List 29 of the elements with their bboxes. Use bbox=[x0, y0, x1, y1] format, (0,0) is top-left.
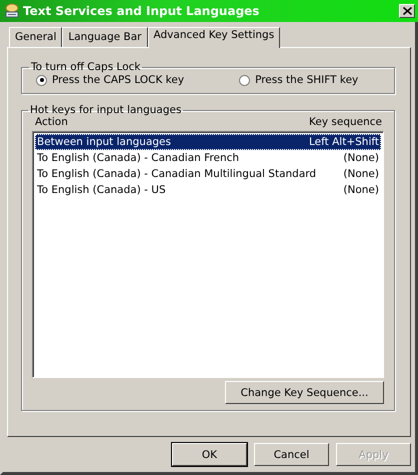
column-header: Key sequence bbox=[309, 116, 382, 128]
tab[interactable]: General bbox=[9, 27, 62, 47]
list-row[interactable]: To English (Canada) - Canadian Multilingual Standard (None) bbox=[35, 166, 381, 182]
action-text: Between input languages bbox=[37, 135, 171, 150]
close-icon bbox=[402, 7, 412, 15]
list-row[interactable]: To English (Canada) - Canadian French (None) bbox=[35, 150, 381, 166]
tab[interactable]: Advanced Key Settings bbox=[148, 27, 280, 48]
radio-label: Press the SHIFT key bbox=[255, 74, 358, 86]
window-title: Text Services and Input Languages bbox=[23, 4, 260, 18]
key-sequence-text: (None) bbox=[343, 151, 379, 166]
close-button[interactable] bbox=[399, 4, 415, 18]
key-sequence-text: (None) bbox=[343, 183, 379, 198]
action-text: To English (Canada) - US bbox=[37, 183, 166, 198]
group-title: To turn off Caps Lock bbox=[30, 61, 142, 73]
action-text: To English (Canada) - Canadian Multilingual Standard bbox=[37, 167, 316, 182]
dialog-button[interactable]: Cancel bbox=[254, 443, 329, 466]
column-header: Action bbox=[35, 116, 68, 128]
key-sequence-text: (None) bbox=[343, 167, 379, 182]
action-text: To English (Canada) - Canadian French bbox=[37, 151, 240, 166]
list-row[interactable]: Between input languages Left Alt+Shift bbox=[35, 134, 381, 150]
radio-label: Press the CAPS LOCK key bbox=[52, 74, 184, 86]
tab[interactable]: Language Bar bbox=[62, 27, 148, 47]
key-sequence-text: Left Alt+Shift bbox=[309, 135, 379, 150]
dialog-button[interactable]: OK bbox=[172, 443, 247, 466]
radio-button[interactable] bbox=[239, 74, 250, 86]
change-key-sequence-button[interactable]: Change Key Sequence... bbox=[225, 381, 384, 404]
radio-button[interactable] bbox=[36, 74, 47, 86]
group-title: Hot keys for input languages bbox=[29, 104, 182, 116]
list-row[interactable]: To English (Canada) - US (None) bbox=[35, 182, 381, 198]
